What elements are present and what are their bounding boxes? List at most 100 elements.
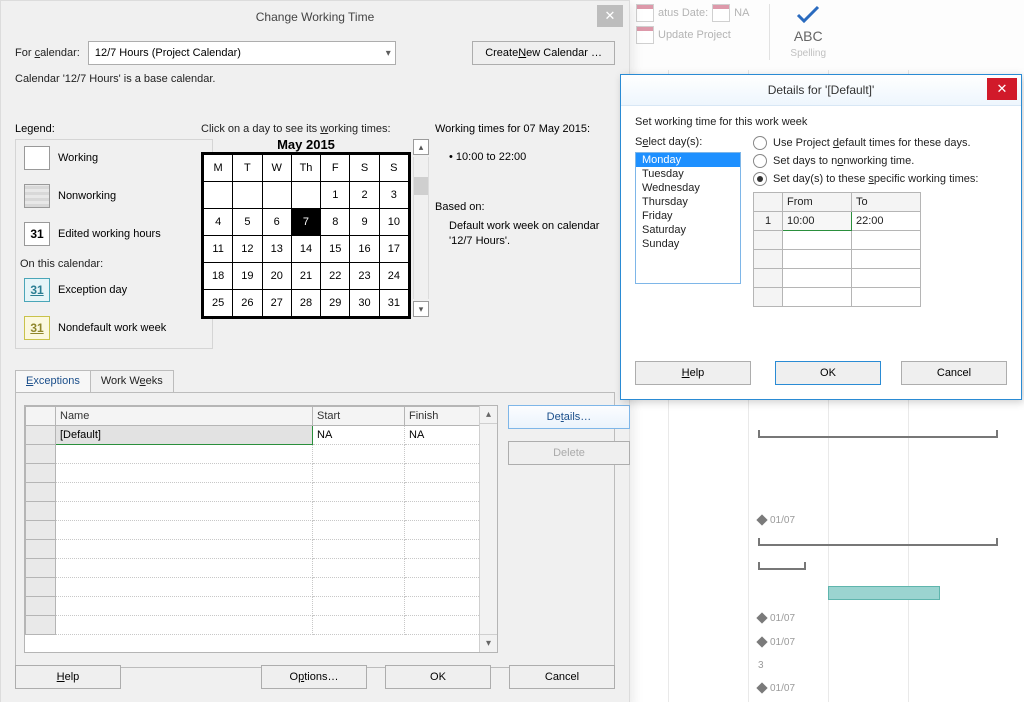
row-selector[interactable]	[26, 426, 56, 445]
ww-start-cell[interactable]	[313, 521, 405, 540]
ok-button[interactable]: OK	[385, 665, 491, 689]
ww-name-cell[interactable]	[56, 445, 313, 464]
grid-scrollbar[interactable]: ▴ ▾	[479, 406, 497, 652]
dialog-titlebar[interactable]: Change Working Time ✕	[1, 1, 629, 33]
row-selector[interactable]	[26, 578, 56, 597]
calendar-day[interactable]: 27	[262, 290, 291, 317]
ww-start-cell[interactable]	[313, 483, 405, 502]
details-cancel-button[interactable]: Cancel	[901, 361, 1007, 385]
help-button[interactable]: Help	[15, 665, 121, 689]
ww-start-cell[interactable]: NA	[313, 426, 405, 445]
calendar-day[interactable]: 1	[321, 182, 350, 209]
calendar-grid[interactable]: MTWThFSS12345678910111213141516171819202…	[201, 152, 411, 319]
ww-start-cell[interactable]	[313, 502, 405, 521]
calendar-prev-button[interactable]: ▴	[413, 139, 429, 155]
calendar-day[interactable]: 31	[379, 290, 408, 317]
row-selector[interactable]	[26, 445, 56, 464]
ww-name-cell[interactable]	[56, 483, 313, 502]
close-icon[interactable]: ✕	[987, 78, 1017, 100]
calendar-day[interactable]: 25	[204, 290, 233, 317]
calendar-day[interactable]: 12	[233, 236, 262, 263]
calendar-day[interactable]: 24	[379, 263, 408, 290]
details-button[interactable]: Details…	[508, 405, 630, 429]
day-option[interactable]: Thursday	[636, 195, 740, 209]
calendar-next-button[interactable]: ▾	[413, 301, 429, 317]
from-cell[interactable]: 10:00	[783, 212, 852, 231]
ww-name-cell[interactable]	[56, 521, 313, 540]
calendar-day[interactable]: 6	[262, 209, 291, 236]
calendar-day[interactable]: 26	[233, 290, 262, 317]
calendar-scrollbar[interactable]	[413, 157, 429, 299]
calendar-day[interactable]: 18	[204, 263, 233, 290]
row-selector[interactable]	[26, 597, 56, 616]
calendar-day[interactable]: 13	[262, 236, 291, 263]
calendar-day[interactable]: 20	[262, 263, 291, 290]
ww-name-cell[interactable]	[56, 597, 313, 616]
ww-name-cell[interactable]	[56, 616, 313, 635]
row-selector[interactable]	[26, 616, 56, 635]
day-option[interactable]: Tuesday	[636, 167, 740, 181]
ww-start-cell[interactable]	[313, 559, 405, 578]
row-selector[interactable]	[26, 559, 56, 578]
tab-exceptions[interactable]: Exceptions	[15, 370, 91, 393]
ww-start-cell[interactable]	[313, 578, 405, 597]
col-name[interactable]: Name	[56, 407, 313, 426]
calendar-day[interactable]: 14	[291, 236, 320, 263]
calendar-day[interactable]: 11	[204, 236, 233, 263]
ww-start-cell[interactable]	[313, 540, 405, 559]
calendar-day[interactable]: 29	[321, 290, 350, 317]
row-selector[interactable]	[26, 540, 56, 559]
for-calendar-combo[interactable]: 12/7 Hours (Project Calendar) ▾	[88, 41, 396, 65]
radio-set-specific[interactable]: Set day(s) to these specific working tim…	[753, 172, 1007, 186]
calendar-day[interactable]: 21	[291, 263, 320, 290]
ww-start-cell[interactable]	[313, 464, 405, 483]
calendar-day[interactable]: 5	[233, 209, 262, 236]
radio-use-default[interactable]: Use Project default times for these days…	[753, 136, 1007, 150]
day-option[interactable]: Sunday	[636, 237, 740, 251]
calendar-day[interactable]: 23	[350, 263, 379, 290]
calendar-day[interactable]: 19	[233, 263, 262, 290]
close-icon[interactable]: ✕	[597, 5, 623, 27]
details-help-button[interactable]: Help	[635, 361, 751, 385]
calendar-day[interactable]: 28	[291, 290, 320, 317]
options-button[interactable]: Options…	[261, 665, 367, 689]
calendar-day[interactable]: 7	[291, 209, 320, 236]
calendar-day[interactable]: 10	[379, 209, 408, 236]
calendar-day[interactable]: 17	[379, 236, 408, 263]
day-option[interactable]: Wednesday	[636, 181, 740, 195]
row-selector[interactable]	[26, 521, 56, 540]
details-titlebar[interactable]: Details for '[Default]' ✕	[621, 75, 1021, 106]
calendar-day[interactable]: 4	[204, 209, 233, 236]
ww-name-cell[interactable]	[56, 578, 313, 597]
ww-name-cell[interactable]	[56, 464, 313, 483]
calendar-day[interactable]: 2	[350, 182, 379, 209]
row-selector[interactable]	[26, 502, 56, 521]
calendar-day[interactable]: 9	[350, 209, 379, 236]
day-listbox[interactable]: MondayTuesdayWednesdayThursdayFridaySatu…	[635, 152, 741, 284]
ww-start-cell[interactable]	[313, 616, 405, 635]
ww-name-cell[interactable]	[56, 559, 313, 578]
spelling-group[interactable]: ABC Spelling	[790, 4, 826, 59]
calendar-day[interactable]: 3	[379, 182, 408, 209]
scroll-down-icon[interactable]: ▾	[480, 634, 497, 652]
ww-start-cell[interactable]	[313, 445, 405, 464]
ww-name-cell[interactable]	[56, 540, 313, 559]
calendar-day[interactable]: 8	[321, 209, 350, 236]
to-cell[interactable]: 22:00	[852, 212, 921, 231]
cancel-button[interactable]: Cancel	[509, 665, 615, 689]
day-option[interactable]: Friday	[636, 209, 740, 223]
calendar-day[interactable]: 16	[350, 236, 379, 263]
ww-start-cell[interactable]	[313, 597, 405, 616]
details-ok-button[interactable]: OK	[775, 361, 881, 385]
create-new-calendar-button[interactable]: Create New Calendar …	[472, 41, 615, 65]
day-option[interactable]: Monday	[636, 153, 740, 167]
col-start[interactable]: Start	[313, 407, 405, 426]
tab-work-weeks[interactable]: Work Weeks	[90, 370, 174, 393]
day-option[interactable]: Saturday	[636, 223, 740, 237]
calendar-day[interactable]: 15	[321, 236, 350, 263]
ww-name-cell[interactable]: [Default]	[56, 426, 313, 445]
row-selector[interactable]	[26, 483, 56, 502]
calendar-day[interactable]: 22	[321, 263, 350, 290]
ww-name-cell[interactable]	[56, 502, 313, 521]
scroll-up-icon[interactable]: ▴	[480, 406, 497, 424]
